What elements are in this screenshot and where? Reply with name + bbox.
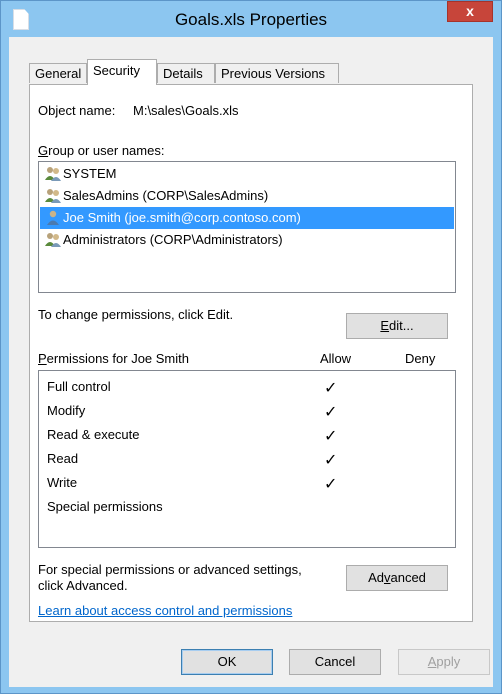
group-user-names-label: Group or user names: xyxy=(38,143,164,158)
learn-access-control-link[interactable]: Learn about access control and permissio… xyxy=(38,603,292,618)
tab-details[interactable]: Details xyxy=(157,63,215,83)
security-tab-panel: Object name: M:\sales\Goals.xls Group or… xyxy=(29,84,473,622)
allow-column-header: Allow xyxy=(320,351,352,366)
cancel-button[interactable]: Cancel xyxy=(289,649,381,675)
tab-security[interactable]: Security xyxy=(87,59,157,85)
tab-general[interactable]: General xyxy=(29,63,87,83)
permissions-header: Permissions for Joe Smith xyxy=(38,351,189,366)
tab-previous-versions[interactable]: Previous Versions xyxy=(215,63,339,83)
group-users-icon xyxy=(45,233,61,247)
list-item[interactable]: SYSTEM xyxy=(40,163,454,185)
permission-row: Full control ✓ xyxy=(47,375,447,399)
edit-button-label: dit... xyxy=(389,318,414,333)
permissions-list[interactable]: Full control ✓ Modify ✓ Read & execute ✓… xyxy=(38,370,456,548)
permission-name: Write xyxy=(47,475,78,490)
permission-name: Full control xyxy=(47,379,111,394)
change-permissions-text: To change permissions, click Edit. xyxy=(38,307,234,322)
dialog-client-area: General Security Details Previous Versio… xyxy=(9,37,493,687)
group-users-icon xyxy=(45,189,61,203)
ok-button[interactable]: OK xyxy=(181,649,273,675)
permission-name: Read & execute xyxy=(47,427,140,442)
accelerator-g: G xyxy=(38,143,49,158)
allow-check-icon: ✓ xyxy=(324,380,338,397)
single-user-icon xyxy=(47,210,59,225)
permissions-header-rest: ermissions for Joe Smith xyxy=(46,351,189,366)
permission-row: Read & execute ✓ xyxy=(47,423,447,447)
object-name-value: M:\sales\Goals.xls xyxy=(133,103,239,118)
permission-row: Special permissions xyxy=(47,495,447,519)
user-name: Administrators (CORP\Administrators) xyxy=(63,232,283,247)
list-item[interactable]: SalesAdmins (CORP\SalesAdmins) xyxy=(40,185,454,207)
user-list[interactable]: SYSTEM SalesAdmins (CORP\SalesAdmins) Jo… xyxy=(38,161,456,293)
advanced-help-line1: For special permissions or advanced sett… xyxy=(38,562,302,577)
allow-check-icon: ✓ xyxy=(324,452,338,469)
user-name: SYSTEM xyxy=(63,166,117,181)
permission-row: Read ✓ xyxy=(47,447,447,471)
permission-name: Special permissions xyxy=(47,499,163,514)
permission-name: Modify xyxy=(47,403,86,418)
properties-window: Goals.xls Properties x General Security … xyxy=(0,0,502,694)
accelerator-p: P xyxy=(38,351,47,366)
permission-row: Modify ✓ xyxy=(47,399,447,423)
title-bar[interactable]: Goals.xls Properties x xyxy=(1,1,501,37)
object-name-label: Object name: xyxy=(38,103,116,118)
advanced-help-line2: click Advanced. xyxy=(38,578,128,593)
user-name: Joe Smith (joe.smith@corp.contoso.com) xyxy=(63,210,301,225)
edit-button[interactable]: Edit... xyxy=(346,313,448,339)
allow-check-icon: ✓ xyxy=(324,428,338,445)
window-title: Goals.xls Properties xyxy=(174,10,328,29)
accelerator-e: E xyxy=(380,318,390,333)
advanced-help-text: For special permissions or advanced sett… xyxy=(38,562,302,594)
list-item-selected[interactable]: Joe Smith (joe.smith@corp.contoso.com) xyxy=(40,207,454,229)
allow-check-icon: ✓ xyxy=(324,404,338,421)
list-item[interactable]: Administrators (CORP\Administrators) xyxy=(40,229,454,251)
group-users-icon xyxy=(45,167,61,181)
allow-check-icon: ✓ xyxy=(324,476,338,493)
advanced-label-post: anced xyxy=(390,570,426,585)
advanced-button[interactable]: Advanced xyxy=(346,565,448,591)
user-name: SalesAdmins (CORP\SalesAdmins) xyxy=(63,188,269,203)
permission-row: Write ✓ xyxy=(47,471,447,495)
apply-button[interactable]: Apply xyxy=(398,649,490,675)
group-user-names-label-rest: roup or user names: xyxy=(48,143,165,158)
apply-button-label: pply xyxy=(436,654,461,669)
deny-column-header: Deny xyxy=(405,351,436,366)
advanced-label-pre: Ad xyxy=(368,570,384,585)
permission-name: Read xyxy=(47,451,79,466)
close-button[interactable]: x xyxy=(447,1,493,22)
